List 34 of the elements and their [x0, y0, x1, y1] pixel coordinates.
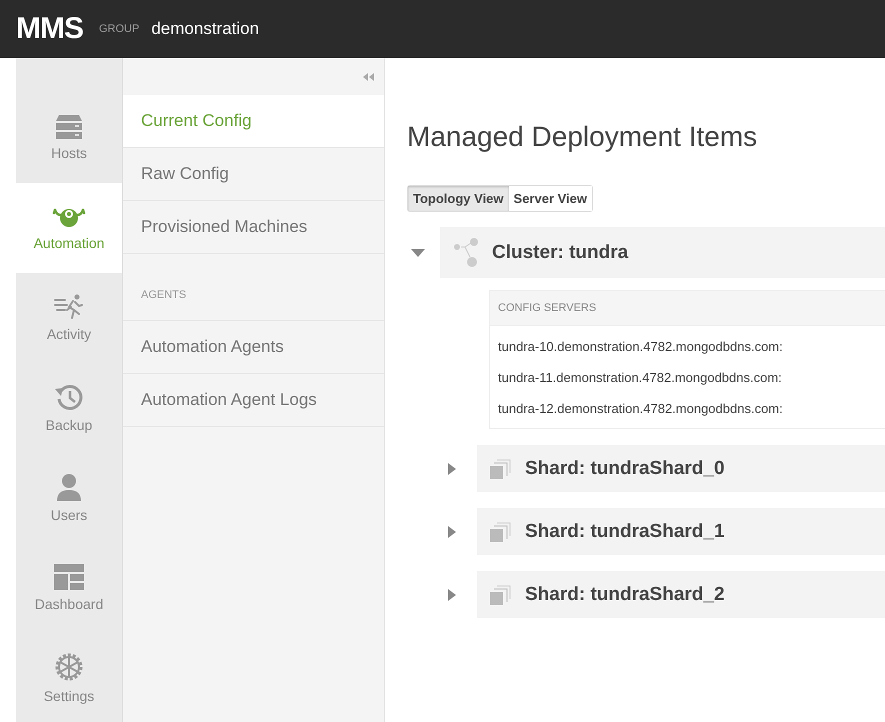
nav-item[interactable]: Users — [16, 453, 122, 543]
panel-heading: CONFIG SERVERS — [498, 302, 596, 314]
nav-item[interactable]: Hosts — [16, 58, 122, 183]
page-title: Managed Deployment Items — [407, 120, 758, 154]
nav-item[interactable]: Backup — [16, 363, 122, 453]
server-hostname: tundra-10.demonstration.4782.mongodbdns.com: — [497, 338, 784, 356]
stack-icon — [489, 584, 511, 604]
nav-item[interactable]: Settings — [16, 633, 122, 722]
stack-icon — [489, 522, 511, 542]
shard-header[interactable]: Shard: tundraShard_1 — [477, 508, 885, 555]
server-hostname: tundra-11.demonstration.4782.mongodbdns.com: — [497, 369, 783, 387]
running-figure-icon — [53, 294, 85, 320]
nav-item[interactable]: Activity — [16, 273, 122, 363]
group-label: GROUP — [99, 23, 140, 35]
cluster-header[interactable]: Cluster: tundra — [440, 227, 885, 278]
user-icon — [55, 473, 83, 501]
view-tab[interactable]: Topology View — [408, 186, 509, 211]
app-logo[interactable]: MMS — [16, 12, 83, 46]
sidebar-item[interactable]: Current Config — [123, 95, 384, 148]
topology-icon — [452, 236, 480, 268]
dashboard-icon — [54, 564, 84, 590]
section-heading: AGENTS — [141, 289, 186, 301]
caret-icon[interactable] — [411, 248, 425, 258]
nav-item[interactable]: Automation — [16, 183, 122, 273]
server-hostname: tundra-12.demonstration.4782.mongodbdns.com: — [497, 400, 784, 418]
server-icon — [55, 115, 83, 139]
settings-icon — [54, 652, 84, 682]
collapse-icon[interactable] — [363, 72, 374, 80]
history-clock-icon — [54, 383, 84, 411]
stack-icon — [489, 458, 511, 478]
shard-header[interactable]: Shard: tundraShard_0 — [477, 445, 885, 492]
shard-header[interactable]: Shard: tundraShard_2 — [477, 571, 885, 618]
nav-item[interactable]: Dashboard — [16, 543, 122, 633]
group-name[interactable]: demonstration — [151, 19, 260, 39]
